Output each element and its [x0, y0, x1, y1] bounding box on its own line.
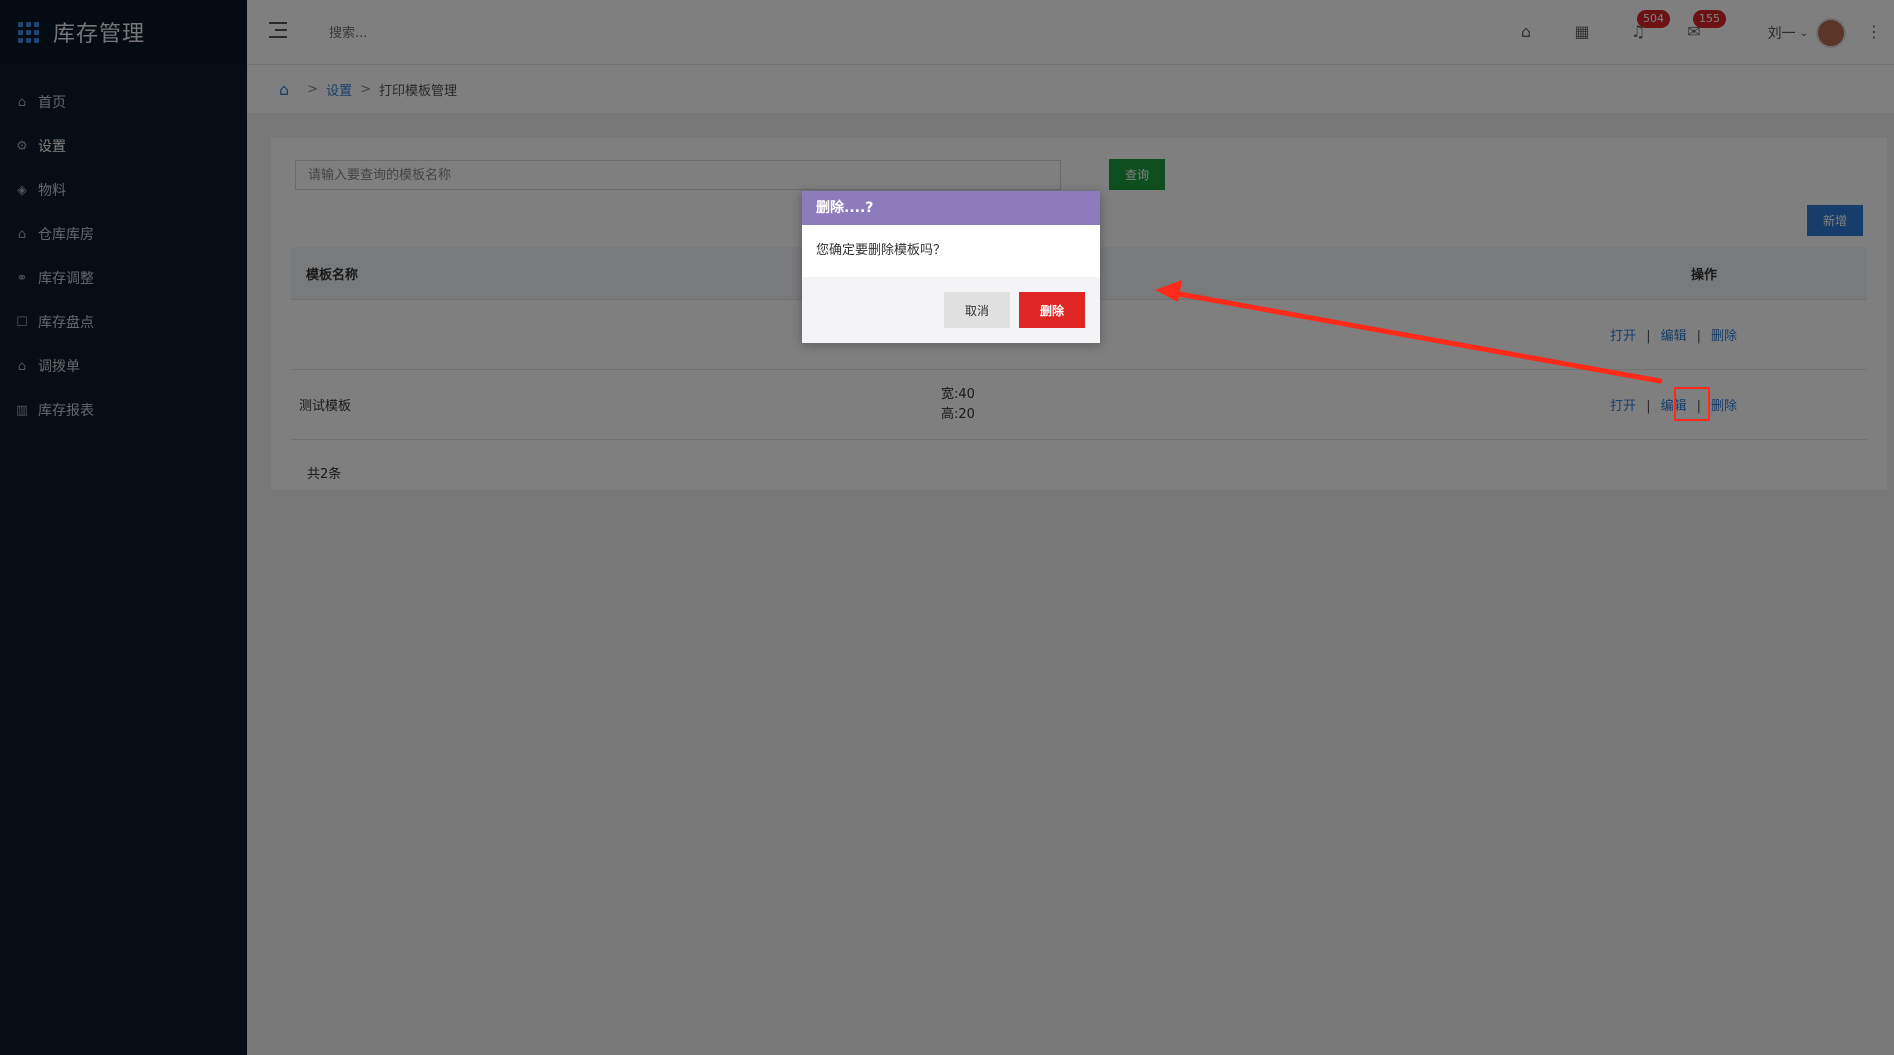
delete-confirm-dialog: 删除....? 您确定要删除模板吗？ 取消 删除	[802, 191, 1100, 343]
cancel-button[interactable]: 取消	[944, 292, 1010, 328]
annotation-arrow	[1155, 280, 1663, 384]
dialog-footer: 取消 删除	[802, 277, 1100, 343]
confirm-delete-button[interactable]: 删除	[1019, 292, 1085, 328]
dialog-message: 您确定要删除模板吗？	[816, 243, 947, 258]
app-root: 库存管理 ⌂ 首页 ⚙ 设置 ◈ 物料 ⌂ 仓库库房 ⚭ 库存调整	[0, 0, 1894, 1055]
dialog-title: 删除....?	[802, 191, 1100, 225]
